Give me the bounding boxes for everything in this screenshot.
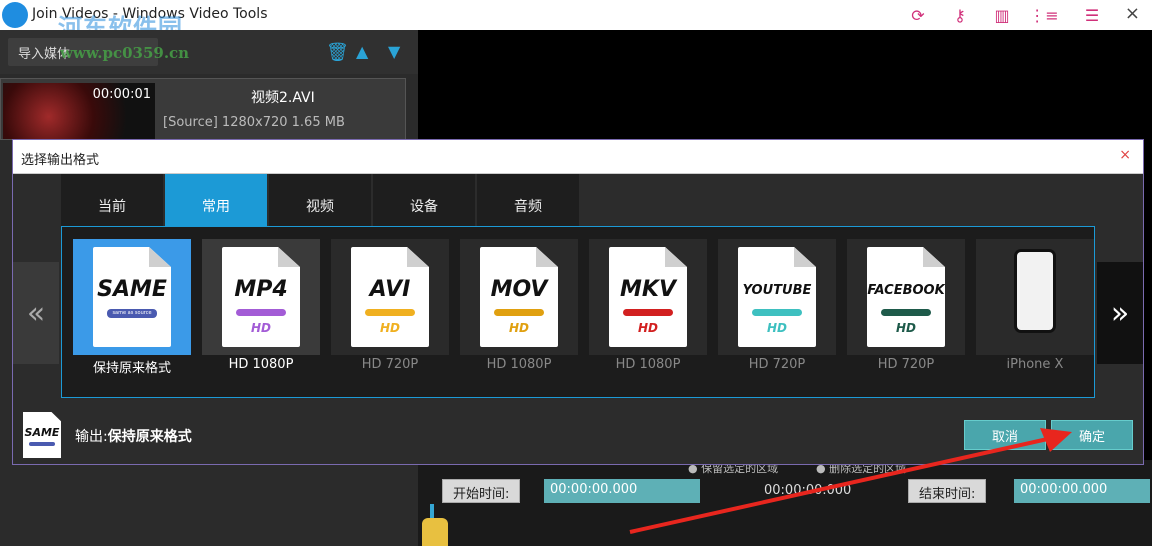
- output-prefix: 输出:: [75, 429, 108, 445]
- close-icon[interactable]: ×: [1125, 3, 1140, 24]
- media-name: 视频2.AVI: [251, 90, 315, 106]
- format-sub: same as source: [112, 310, 152, 316]
- format-card-mp4[interactable]: MP4 HD: [202, 239, 320, 355]
- end-time-input[interactable]: 00:00:00.000: [1014, 479, 1150, 503]
- format-card-mkv[interactable]: MKV HD: [589, 239, 707, 355]
- refresh-icon[interactable]: ⟳: [908, 5, 928, 25]
- format-sub: HD: [766, 321, 787, 335]
- format-tabs: 当前 常用 视频 设备 音频: [61, 174, 581, 226]
- format-card-iphone[interactable]: [976, 239, 1094, 355]
- format-label: YOUTUBE: [742, 283, 812, 298]
- output-icon-bar: [29, 442, 55, 446]
- title-bar: Join Videos - Windows Video Tools 河东软件园 …: [0, 0, 1152, 42]
- dialog-footer: SAME 输出:保持原来格式 取消 确定: [13, 404, 1143, 464]
- layout-icon[interactable]: ▥: [992, 5, 1012, 25]
- format-caption: HD 1080P: [615, 357, 681, 372]
- media-duration: 00:00:01: [92, 87, 151, 102]
- dialog-body: 当前 常用 视频 设备 音频 « SAME same as source 保持原…: [13, 174, 1143, 404]
- output-value: 保持原来格式: [107, 429, 192, 445]
- format-caption: HD 720P: [361, 357, 419, 372]
- cancel-button[interactable]: 取消: [964, 420, 1046, 450]
- key-icon[interactable]: ⚷: [950, 5, 970, 25]
- format-bar: [365, 309, 415, 316]
- watermark-url: www.pc0359.cn: [60, 44, 190, 62]
- format-sub: HD: [508, 321, 529, 335]
- output-format-text: 输出:保持原来格式: [75, 426, 192, 446]
- dialog-title: 选择输出格式: [21, 153, 100, 168]
- tab-device[interactable]: 设备: [373, 174, 475, 226]
- menu-icon[interactable]: ☰: [1082, 5, 1102, 25]
- output-icon-label: SAME: [24, 426, 60, 439]
- format-label: MOV: [490, 277, 548, 302]
- format-label: FACEBOOK: [867, 283, 945, 298]
- next-page-button[interactable]: »: [1097, 262, 1143, 364]
- format-card-mov[interactable]: MOV HD: [460, 239, 578, 355]
- format-card-avi[interactable]: AVI HD: [331, 239, 449, 355]
- format-sub: HD: [637, 321, 658, 335]
- format-caption: HD 720P: [877, 357, 935, 372]
- format-bar: same as source: [107, 309, 157, 318]
- trash-icon[interactable]: 🗑: [326, 42, 349, 63]
- start-time-input[interactable]: 00:00:00.000: [544, 479, 700, 503]
- dialog-close-icon[interactable]: ×: [1119, 147, 1131, 163]
- output-format-icon: SAME: [23, 412, 61, 458]
- iphone-icon: [1014, 249, 1056, 333]
- format-grid: SAME same as source 保持原来格式 MP4 HD HD 108…: [61, 226, 1095, 398]
- format-label: MP4: [234, 277, 288, 302]
- format-bar: [494, 309, 544, 316]
- format-card-facebook[interactable]: FACEBOOK HD: [847, 239, 965, 355]
- output-format-dialog: 选择输出格式 × 当前 常用 视频 设备 音频 « SAME same as s…: [12, 139, 1144, 465]
- app-logo-icon: [2, 2, 28, 28]
- format-card-same[interactable]: SAME same as source: [73, 239, 191, 355]
- format-bar: [752, 309, 802, 316]
- playhead-handle[interactable]: [422, 518, 448, 546]
- format-label: SAME: [97, 277, 167, 302]
- tab-video[interactable]: 视频: [269, 174, 371, 226]
- end-time-label: 结束时间:: [908, 479, 987, 503]
- tab-current[interactable]: 当前: [61, 174, 163, 226]
- media-info: [Source] 1280x720 1.65 MB: [163, 115, 345, 130]
- prev-page-button[interactable]: «: [13, 262, 59, 364]
- timeline-panel: ● 保留选定的区域 ● 删除选定的区域 开始时间: 00:00:00.000 0…: [418, 460, 1152, 546]
- start-time-label: 开始时间:: [442, 479, 521, 503]
- format-caption: HD 720P: [748, 357, 806, 372]
- ok-button[interactable]: 确定: [1051, 420, 1133, 450]
- video-thumbnail: 00:00:01: [3, 83, 155, 139]
- tab-common[interactable]: 常用: [165, 174, 267, 226]
- format-caption: 保持原来格式: [92, 361, 171, 376]
- move-up-icon[interactable]: ▲: [356, 42, 368, 61]
- format-caption: HD 1080P: [486, 357, 552, 372]
- format-sub: HD: [379, 321, 400, 335]
- move-down-icon[interactable]: ▼: [388, 42, 400, 61]
- format-bar: [623, 309, 673, 316]
- format-label: AVI: [369, 277, 411, 302]
- format-sub: HD: [250, 321, 271, 335]
- dialog-title-bar: 选择输出格式 ×: [13, 140, 1143, 174]
- format-card-youtube[interactable]: YOUTUBE HD: [718, 239, 836, 355]
- format-label: MKV: [620, 277, 676, 302]
- current-time: 00:00:00.000: [764, 483, 852, 498]
- format-sub: HD: [895, 321, 916, 335]
- tab-audio[interactable]: 音频: [477, 174, 579, 226]
- format-bar: [236, 309, 286, 316]
- format-caption: HD 1080P: [228, 357, 294, 372]
- format-caption: iPhone X: [1006, 357, 1064, 372]
- settings-list-icon[interactable]: ⋮≡: [1029, 5, 1058, 25]
- media-list-item[interactable]: 00:00:01 视频2.AVI [Source] 1280x720 1.65 …: [0, 78, 406, 140]
- format-bar: [881, 309, 931, 316]
